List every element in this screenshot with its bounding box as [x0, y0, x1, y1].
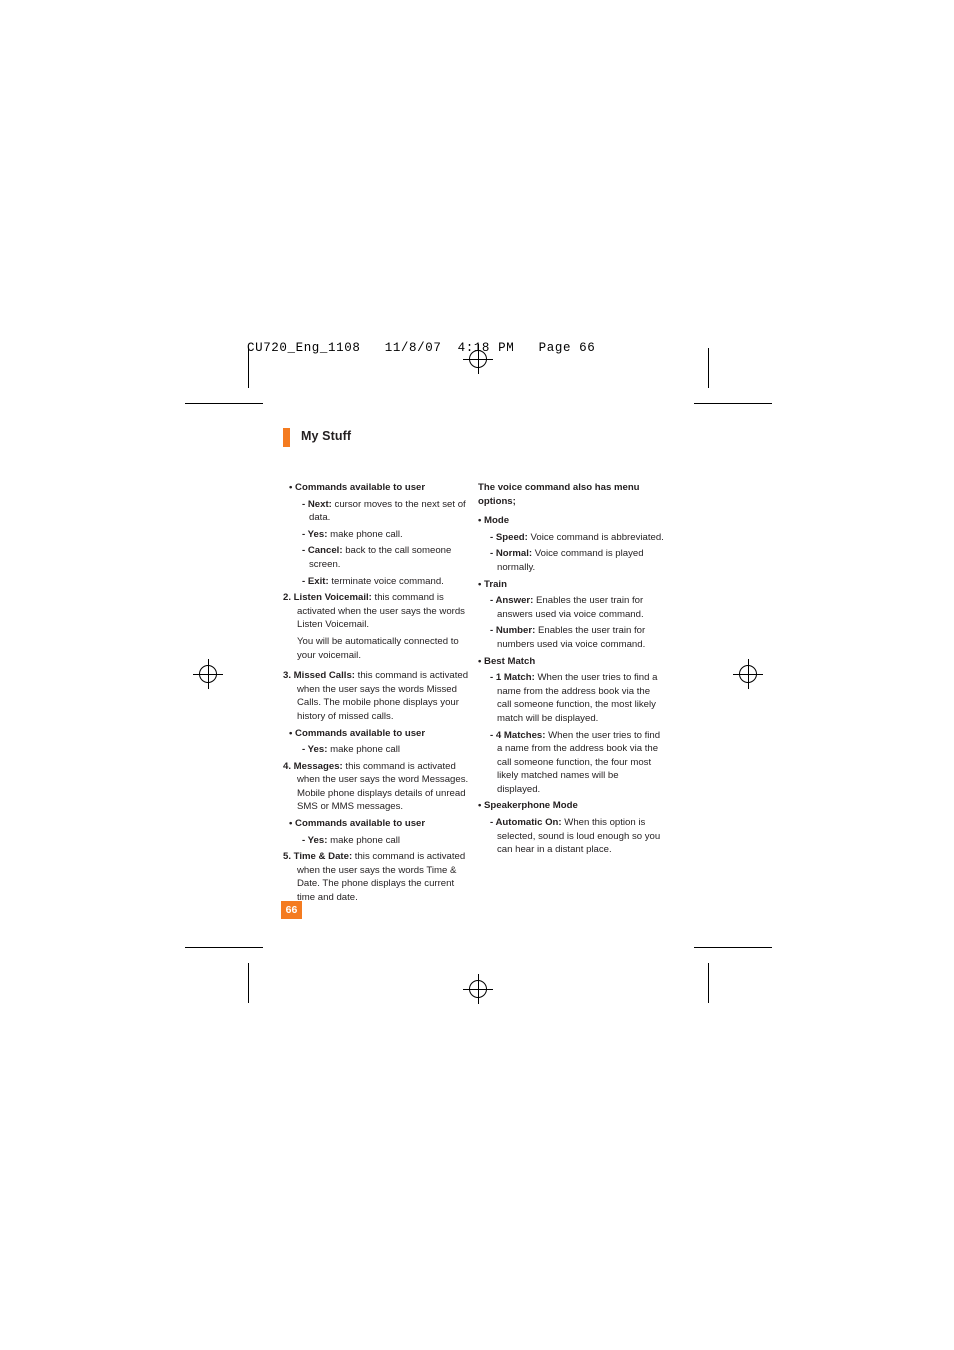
- right-column: The voice command also has menu options;…: [478, 481, 664, 860]
- list-item-speed: - Speed: Voice command is abbreviated.: [490, 531, 664, 543]
- page-content: My Stuff • Commands available to user - …: [0, 0, 954, 1350]
- list-item-1-match: - 1 Match: When the user tries to find a…: [490, 672, 658, 724]
- list-item-exit: - Exit: terminate voice command.: [302, 575, 444, 587]
- list-item-next: - Next: cursor moves to the next set of …: [302, 498, 466, 524]
- list-item-listen-voicemail: 2. Listen Voicemail: this command is act…: [283, 592, 465, 631]
- list-item-automatic-on: - Automatic On: When this option is sele…: [490, 817, 661, 856]
- group-heading-speakerphone-mode: • Speakerphone Mode: [478, 800, 578, 812]
- right-column-intro: The voice command also has menu options;: [478, 482, 640, 507]
- left-column: • Commands available to user - Next: cur…: [283, 481, 469, 908]
- list-item-messages: 4. Messages: this command is activated w…: [283, 760, 469, 813]
- group-heading-best-match: • Best Match: [478, 655, 536, 667]
- list-item-time-date: 5. Time & Date: this command is activate…: [283, 851, 466, 904]
- list-item-listen-voicemail-cont: You will be automatically connected to y…: [297, 635, 459, 661]
- list-item-missed-calls: 3. Missed Calls: this command is activat…: [283, 670, 469, 722]
- list-item-4-matches: - 4 Matches: When the user tries to find…: [490, 729, 661, 795]
- list-item-number: - Number: Enables the user train for num…: [490, 625, 646, 650]
- list-item-answer: - Answer: Enables the user train for ans…: [490, 595, 644, 620]
- group-heading-train: • Train: [478, 578, 507, 590]
- bullet-commands-3: • Commands available to user: [289, 818, 426, 830]
- list-item-cancel: - Cancel: back to the call someone scree…: [302, 545, 452, 570]
- page-number-badge: 66: [281, 901, 302, 919]
- header-accent-bar: [283, 428, 290, 447]
- list-item-yes-3: - Yes: make phone call: [302, 834, 400, 846]
- group-heading-mode: • Mode: [478, 515, 510, 527]
- page-title: My Stuff: [301, 429, 352, 443]
- list-item-yes-2: - Yes: make phone call: [302, 744, 400, 756]
- list-item-yes: - Yes: make phone call.: [302, 528, 403, 540]
- bullet-commands-2: • Commands available to user: [289, 727, 426, 739]
- bullet-commands-1: • Commands available to user: [289, 482, 426, 493]
- list-item-normal: - Normal: Voice command is played normal…: [490, 548, 644, 573]
